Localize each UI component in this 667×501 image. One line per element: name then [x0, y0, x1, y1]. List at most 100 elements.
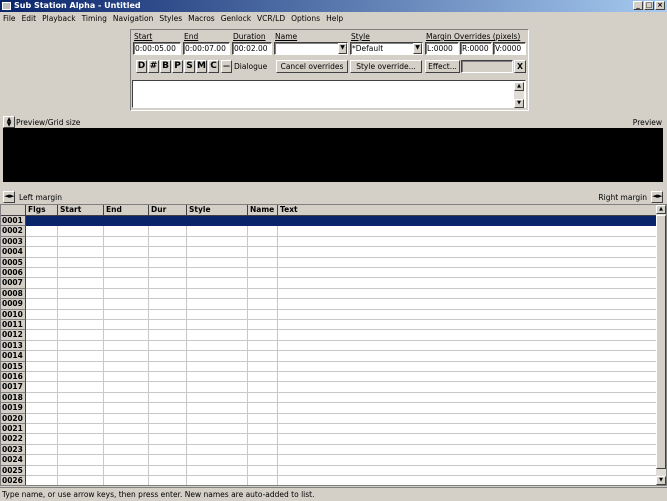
table-cell[interactable]: [58, 226, 104, 237]
table-cell[interactable]: [278, 361, 657, 372]
table-cell[interactable]: [104, 444, 149, 456]
scroll-thumb[interactable]: [656, 215, 666, 469]
chevron-down-icon[interactable]: ▼: [413, 43, 422, 54]
table-cell[interactable]: [278, 247, 657, 258]
table-cell[interactable]: [26, 444, 58, 456]
menu-vcr-ld[interactable]: VCR/LD: [254, 12, 288, 25]
margin-right-field[interactable]: R:0000: [460, 42, 492, 55]
table-cell[interactable]: [278, 268, 657, 279]
table-cell[interactable]: [58, 299, 104, 310]
menu-timing[interactable]: Timing: [79, 12, 110, 25]
table-cell[interactable]: [248, 257, 278, 268]
table-cell[interactable]: [26, 361, 58, 372]
margin-left-field[interactable]: L:0000: [425, 42, 459, 55]
table-cell[interactable]: [149, 434, 187, 445]
table-cell[interactable]: [104, 382, 149, 393]
header-style[interactable]: Style: [187, 205, 248, 216]
table-cell[interactable]: [104, 288, 149, 300]
table-cell[interactable]: [187, 392, 248, 404]
header-flags[interactable]: Flgs: [26, 205, 58, 216]
table-cell[interactable]: [248, 413, 278, 424]
table-cell[interactable]: [104, 226, 149, 237]
table-cell[interactable]: [248, 216, 278, 227]
table-cell[interactable]: [58, 476, 104, 485]
table-cell[interactable]: [26, 320, 58, 331]
table-cell[interactable]: [149, 257, 187, 268]
header-name[interactable]: Name: [248, 205, 278, 216]
table-cell[interactable]: [104, 257, 149, 268]
table-cell[interactable]: [149, 403, 187, 414]
row-number[interactable]: 0026: [1, 476, 26, 485]
table-cell[interactable]: [248, 465, 278, 476]
table-cell[interactable]: [26, 268, 58, 279]
table-cell[interactable]: [278, 403, 657, 414]
table-cell[interactable]: [104, 455, 149, 466]
table-row[interactable]: 0003: [1, 236, 657, 248]
table-cell[interactable]: [248, 320, 278, 331]
table-cell[interactable]: [104, 476, 149, 485]
table-cell[interactable]: [187, 257, 248, 268]
table-cell[interactable]: [26, 403, 58, 414]
table-cell[interactable]: [58, 278, 104, 289]
duration-field[interactable]: 00:02.00: [232, 42, 272, 55]
row-number[interactable]: 0025: [1, 465, 26, 476]
table-cell[interactable]: [278, 413, 657, 424]
end-field[interactable]: 0:00:07.00: [183, 42, 230, 55]
row-number[interactable]: 0008: [1, 288, 26, 300]
table-cell[interactable]: [248, 444, 278, 456]
table-cell[interactable]: [149, 278, 187, 289]
type-sound-button[interactable]: S: [184, 60, 195, 73]
table-row[interactable]: 0010: [1, 309, 657, 320]
table-cell[interactable]: [187, 434, 248, 445]
table-row[interactable]: 0002: [1, 226, 657, 237]
chevron-down-icon[interactable]: ▼: [338, 43, 347, 54]
table-cell[interactable]: [248, 434, 278, 445]
table-row[interactable]: 0014: [1, 351, 657, 362]
table-cell[interactable]: [187, 288, 248, 300]
table-row[interactable]: 0007: [1, 278, 657, 289]
table-row[interactable]: 0020: [1, 413, 657, 424]
table-cell[interactable]: [104, 299, 149, 310]
table-cell[interactable]: [187, 476, 248, 485]
table-cell[interactable]: [26, 278, 58, 289]
table-cell[interactable]: [149, 236, 187, 248]
table-cell[interactable]: [58, 309, 104, 320]
menu-playback[interactable]: Playback: [39, 12, 78, 25]
table-cell[interactable]: [278, 351, 657, 362]
table-cell[interactable]: [58, 424, 104, 435]
type-picture-button[interactable]: P: [172, 60, 183, 73]
table-cell[interactable]: [26, 257, 58, 268]
subtitle-text-input[interactable]: ▲ ▼: [132, 80, 526, 108]
table-cell[interactable]: [248, 351, 278, 362]
table-cell[interactable]: [278, 278, 657, 289]
effect-button[interactable]: Effect...: [425, 60, 460, 73]
table-cell[interactable]: [58, 320, 104, 331]
start-field[interactable]: 0:00:05.00: [133, 42, 181, 55]
table-cell[interactable]: [26, 330, 58, 341]
table-cell[interactable]: [104, 320, 149, 331]
menu-help[interactable]: Help: [323, 12, 346, 25]
table-cell[interactable]: [149, 392, 187, 404]
row-number[interactable]: 0007: [1, 278, 26, 289]
row-number[interactable]: 0014: [1, 351, 26, 362]
row-number[interactable]: 0018: [1, 392, 26, 404]
row-number[interactable]: 0019: [1, 403, 26, 414]
type-dialogue-button[interactable]: D: [136, 60, 147, 73]
table-cell[interactable]: [58, 403, 104, 414]
table-cell[interactable]: [104, 403, 149, 414]
table-cell[interactable]: [248, 382, 278, 393]
table-cell[interactable]: [149, 455, 187, 466]
table-cell[interactable]: [248, 309, 278, 320]
table-cell[interactable]: [26, 392, 58, 404]
table-cell[interactable]: [278, 392, 657, 404]
table-cell[interactable]: [278, 455, 657, 466]
table-cell[interactable]: [278, 216, 657, 227]
table-cell[interactable]: [149, 382, 187, 393]
table-cell[interactable]: [187, 236, 248, 248]
cancel-overrides-button[interactable]: Cancel overrides: [276, 60, 348, 73]
table-cell[interactable]: [149, 216, 187, 227]
table-cell[interactable]: [248, 247, 278, 258]
row-number[interactable]: 0022: [1, 434, 26, 445]
table-cell[interactable]: [149, 351, 187, 362]
table-cell[interactable]: [58, 236, 104, 248]
